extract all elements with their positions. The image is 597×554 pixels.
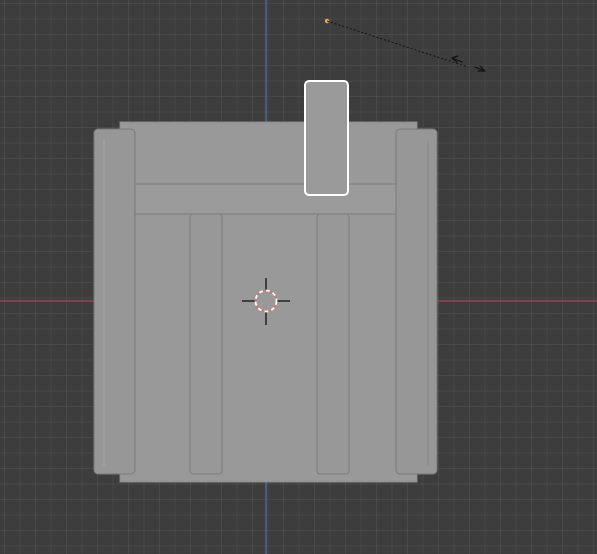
light-direction-line — [326, 20, 469, 68]
crate-back-board[interactable] — [119, 121, 418, 483]
light-object[interactable] — [324, 18, 486, 72]
3d-viewport[interactable] — [0, 0, 597, 554]
crate-left-outer-plank[interactable] — [93, 128, 136, 475]
crate-right-outer-plank[interactable] — [395, 128, 438, 475]
viewport-scene[interactable] — [0, 0, 597, 554]
crate-crossbar[interactable] — [134, 183, 402, 215]
crate-inner-left-plank[interactable] — [189, 213, 223, 475]
crate-selected-top-plank[interactable] — [304, 80, 349, 196]
crate-inner-right-plank[interactable] — [316, 213, 350, 475]
